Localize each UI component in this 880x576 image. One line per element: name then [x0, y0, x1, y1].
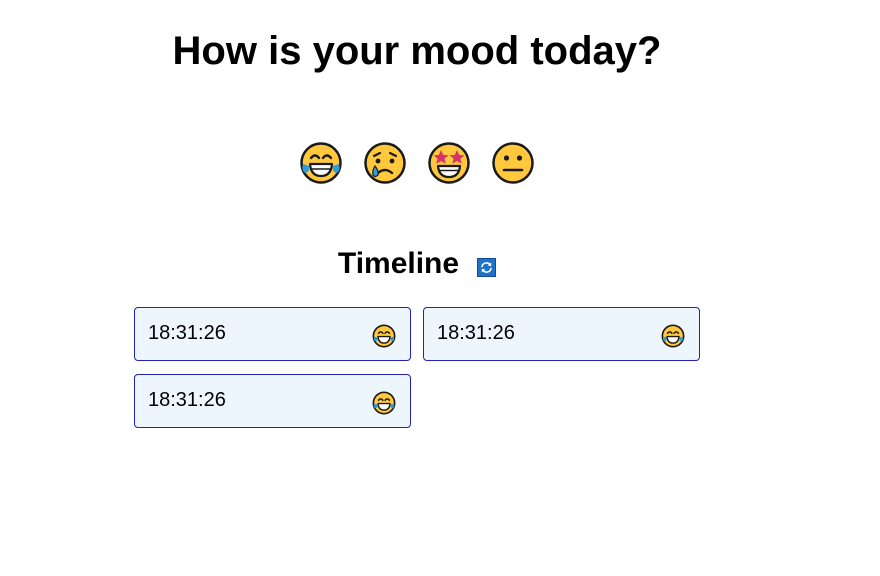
timeline-entry: 18:31:26 [134, 374, 411, 428]
page: How is your mood today? Timeline 18:31:2… [0, 0, 880, 576]
tears-of-joy-emoji-icon [300, 142, 342, 184]
timeline-entry: 18:31:26 [134, 307, 411, 361]
timeline-list: 18:31:26 18:31:26 18:31:26 [134, 307, 714, 428]
mood-button-sad[interactable] [363, 141, 407, 185]
mood-button-joy[interactable] [299, 141, 343, 185]
mood-button-neutral[interactable] [491, 141, 535, 185]
entry-time: 18:31:26 [148, 322, 226, 344]
crying-face-emoji-icon [364, 142, 406, 184]
timeline-header: Timeline [0, 246, 834, 282]
entry-time: 18:31:26 [437, 322, 515, 344]
refresh-icon [477, 257, 497, 277]
tears-of-joy-emoji-icon [372, 391, 396, 415]
timeline-entry: 18:31:26 [423, 307, 700, 361]
tears-of-joy-emoji-icon [372, 324, 396, 348]
entry-time: 18:31:26 [148, 389, 226, 411]
refresh-button[interactable] [477, 257, 497, 277]
neutral-face-emoji-icon [492, 142, 534, 184]
star-struck-emoji-icon [428, 142, 470, 184]
page-title: How is your mood today? [172, 29, 662, 73]
timeline-title: Timeline [337, 247, 460, 280]
mood-button-starstruck[interactable] [427, 141, 471, 185]
tears-of-joy-emoji-icon [661, 324, 685, 348]
mood-selector [0, 141, 834, 185]
